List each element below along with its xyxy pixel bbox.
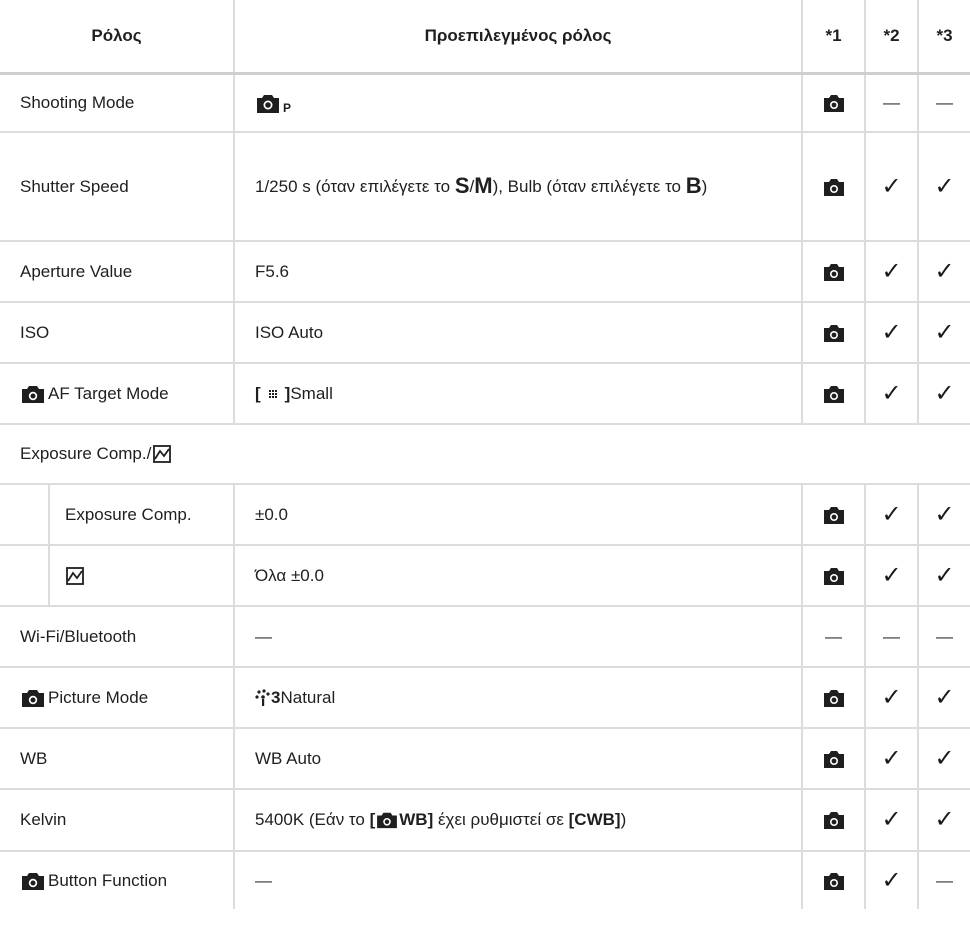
group-row: Exposure Comp./: [0, 425, 970, 485]
check-mark: ✓: [881, 257, 902, 285]
table-row: ISO ISO Auto ✓ ✓: [0, 303, 970, 364]
table-row: Button Function — ✓ —: [0, 852, 970, 909]
header-col3: *3: [936, 26, 953, 45]
default-value: F5.6: [255, 261, 290, 281]
role-label: Shutter Speed: [20, 176, 129, 196]
small-target-grid-icon: [268, 389, 277, 398]
mode-b-label: B: [685, 173, 702, 198]
check-mark: ✓: [934, 318, 955, 346]
highlight-shadow-icon: [66, 566, 84, 585]
default-value: 5400K (Εάν το [WB] έχει ρυθμιστεί σε [CW…: [255, 810, 627, 829]
default-value: 3 Natural: [235, 668, 801, 727]
camera-icon: [22, 872, 44, 890]
camera-icon: [803, 485, 864, 544]
camera-icon: [803, 303, 864, 362]
check-mark: ✓: [934, 806, 955, 833]
default-value: WB Auto: [255, 748, 322, 768]
role-label: Picture Mode: [0, 668, 233, 727]
role-label: Shooting Mode: [20, 93, 135, 112]
camera-icon: [377, 812, 398, 829]
check-mark: ✓: [881, 318, 902, 346]
role-label: AF Target Mode: [0, 364, 233, 423]
dash-mark: —: [936, 93, 953, 112]
check-mark: ✓: [881, 744, 902, 772]
camera-icon: [803, 75, 864, 131]
role-label: Aperture Value: [20, 261, 133, 281]
check-mark: ✓: [934, 500, 955, 528]
dash-mark: —: [936, 870, 953, 890]
camera-icon: [803, 790, 864, 850]
table-row: WB WB Auto ✓ ✓: [0, 729, 970, 790]
header-col1: *1: [825, 26, 842, 45]
check-mark: ✓: [934, 683, 955, 711]
dash-mark: —: [883, 93, 900, 112]
check-mark: ✓: [934, 379, 955, 407]
mode-s-label: S: [454, 173, 470, 198]
svg-text:P: P: [283, 101, 291, 114]
header-col2: *2: [883, 26, 900, 45]
table-row: Exposure Comp. ±0.0 ✓ ✓: [0, 485, 970, 546]
default-value: [ ] Small: [255, 383, 333, 403]
check-mark: ✓: [881, 806, 902, 833]
check-mark: ✓: [881, 866, 902, 894]
check-mark: ✓: [881, 683, 902, 711]
camera-icon: [22, 689, 44, 707]
dash-mark: —: [883, 626, 900, 646]
role-label: WB: [20, 748, 48, 768]
check-mark: ✓: [934, 172, 955, 200]
table-row: Shooting Mode P — —: [0, 75, 970, 133]
camera-icon: [803, 364, 864, 423]
camera-icon: [803, 546, 864, 605]
default-value: Όλα ±0.0: [255, 565, 324, 585]
check-mark: ✓: [881, 379, 902, 407]
dash-mark: —: [825, 626, 842, 646]
check-mark: ✓: [881, 500, 902, 528]
table-header: Ρόλος Προεπιλεγμένος ρόλος *1 *2 *3: [0, 0, 970, 75]
header-default: Προεπιλεγμένος ρόλος: [424, 26, 612, 45]
camera-icon: [803, 242, 864, 301]
check-mark: ✓: [934, 744, 955, 772]
table-row: AF Target Mode [ ] Small ✓ ✓: [0, 364, 970, 425]
highlight-shadow-icon: [153, 445, 172, 463]
check-mark: ✓: [881, 561, 902, 589]
table-row: Kelvin 5400K (Εάν το [WB] έχει ρυθμιστεί…: [0, 790, 970, 852]
default-value: ±0.0: [255, 504, 288, 524]
role-label: Button Function: [0, 852, 233, 909]
role-label: Kelvin: [20, 810, 67, 829]
picture-mode-natural-icon: [255, 688, 270, 706]
camera-icon: [803, 729, 864, 788]
camera-icon: [22, 385, 44, 403]
role-label: [50, 546, 233, 605]
default-value: ISO Auto: [255, 322, 324, 342]
table-row: Wi-Fi/Bluetooth — — — —: [0, 607, 970, 668]
camera-p-mode-icon: P: [257, 95, 291, 114]
header-role: Ρόλος: [91, 26, 142, 45]
check-mark: ✓: [934, 561, 955, 589]
default-value: —: [255, 626, 272, 646]
camera-icon: [803, 668, 864, 727]
check-mark: ✓: [934, 257, 955, 285]
default-value: 1/250 s (όταν επιλέγετε το S/M), Bulb (ό…: [255, 173, 708, 198]
camera-icon: [803, 852, 864, 909]
mode-m-label: M: [474, 173, 493, 198]
dash-mark: —: [936, 626, 953, 646]
group-label: Exposure Comp./: [0, 425, 970, 483]
role-label: ISO: [20, 322, 50, 342]
table-row: Picture Mode 3 Natural ✓ ✓: [0, 668, 970, 729]
settings-table: Ρόλος Προεπιλεγμένος ρόλος *1 *2 *3 Shoo…: [0, 0, 970, 909]
default-value: —: [255, 870, 272, 890]
table-row: Aperture Value F5.6 ✓ ✓: [0, 242, 970, 303]
role-label: Exposure Comp.: [65, 504, 192, 524]
role-label: Wi-Fi/Bluetooth: [20, 626, 137, 646]
table-row: Όλα ±0.0 ✓ ✓: [0, 546, 970, 607]
camera-icon: [803, 133, 864, 240]
check-mark: ✓: [881, 172, 902, 200]
default-value: P: [235, 75, 801, 131]
table-row: Shutter Speed 1/250 s (όταν επιλέγετε το…: [0, 133, 970, 242]
